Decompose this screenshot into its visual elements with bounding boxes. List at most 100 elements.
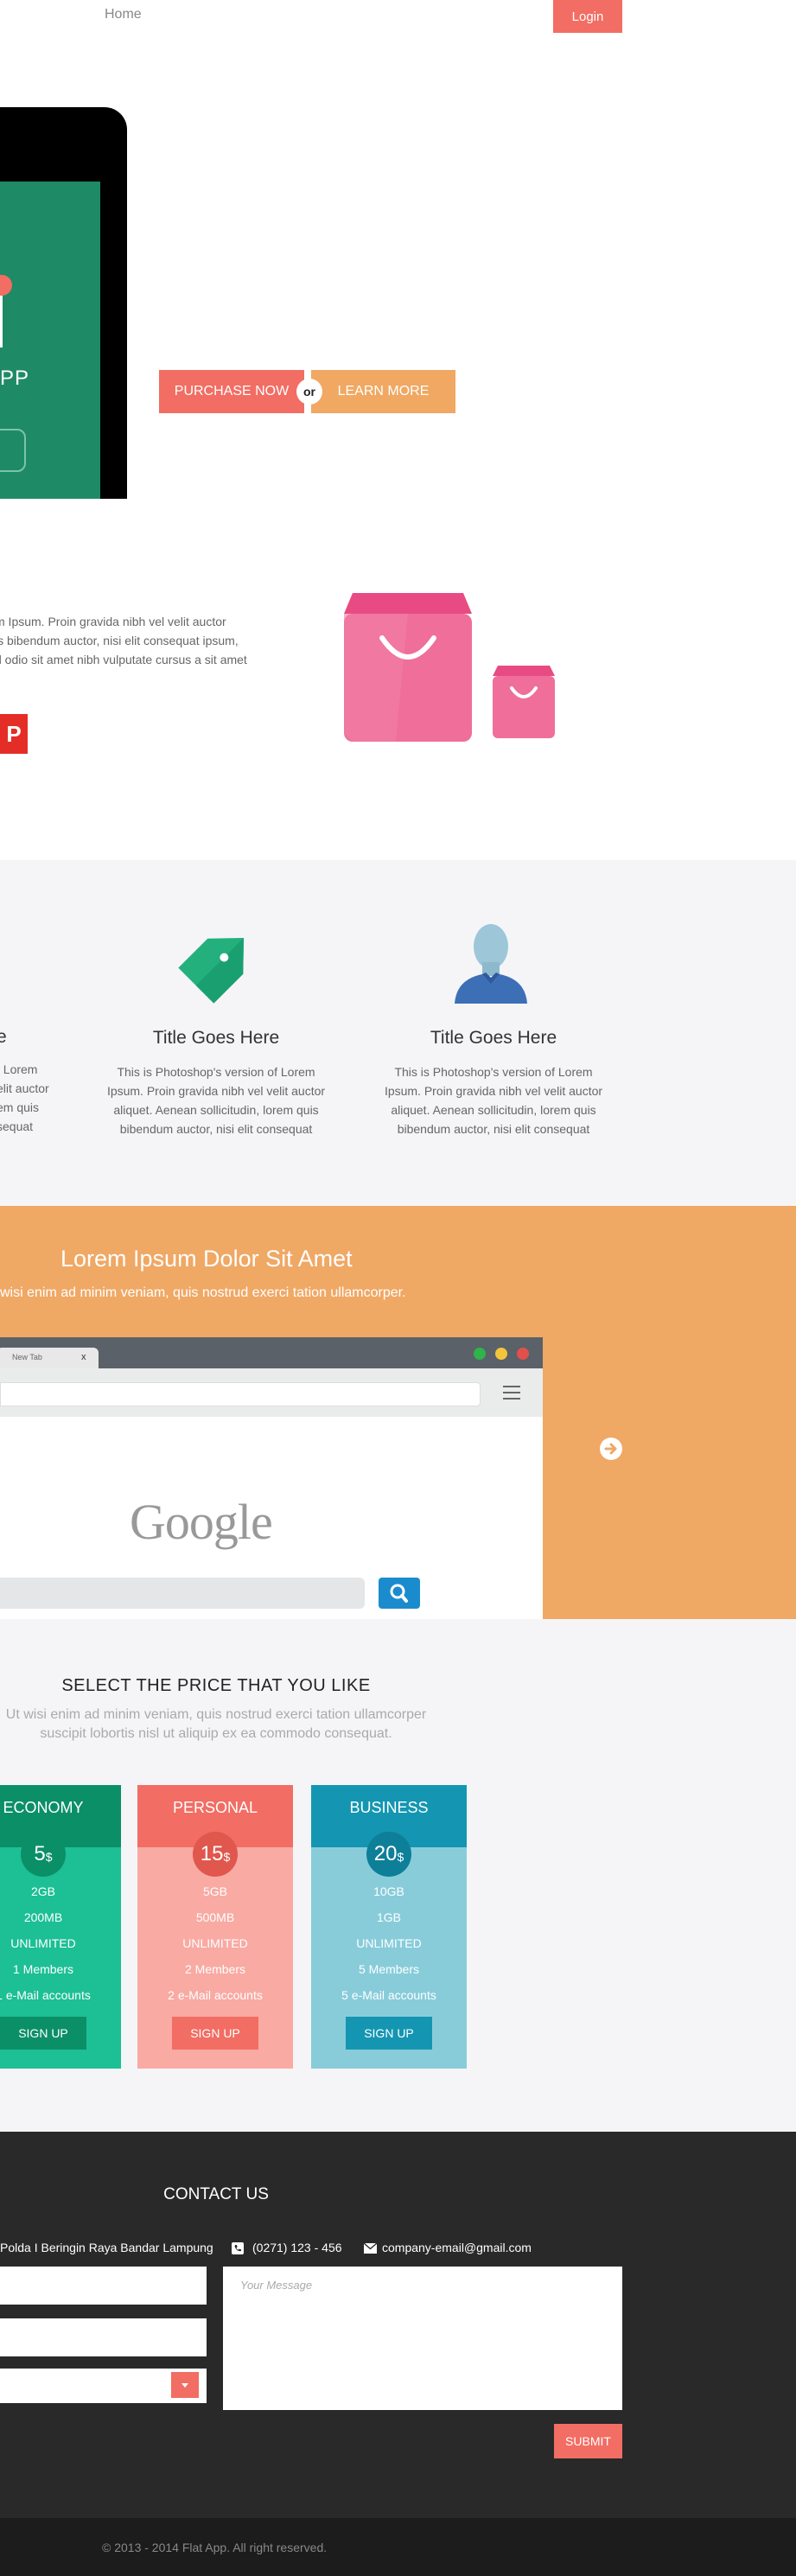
- feature-line: Ipsum. Proin gravida nibh vel velit auct…: [106, 1084, 326, 1098]
- login-button[interactable]: Login: [553, 0, 622, 33]
- about-line: is bibendum auctor, nisi elit consequat …: [0, 634, 239, 647]
- nav-home-link[interactable]: Home: [105, 7, 142, 22]
- signup-button-business[interactable]: SIGN UP: [346, 2017, 432, 2050]
- plan-feature: 10GB: [373, 1884, 404, 1898]
- feature-card: Title Goes Here This is Photoshop's vers…: [104, 1028, 328, 1138]
- plan-feature: 2 e-Mail accounts: [168, 1988, 263, 2002]
- plan-name: ECONOMY: [0, 1785, 121, 1847]
- feature-title: Title Goes Here: [152, 1028, 280, 1048]
- next-arrow-icon[interactable]: [600, 1438, 622, 1460]
- signup-button-personal[interactable]: SIGN UP: [172, 2017, 258, 2050]
- feature-line: This is Photoshop's version of Lorem: [394, 1065, 593, 1079]
- pricing-subtitle-line: Ut wisi enim ad minim veniam, quis nostr…: [5, 1707, 427, 1722]
- feature-line: f Lorem: [0, 1062, 38, 1076]
- contact-phone: (0271) 123 - 456: [252, 2241, 342, 2254]
- showcase-subtitle: wisi enim ad minim veniam, quis nostrud …: [0, 1285, 406, 1300]
- contact-address: Polda I Beringin Raya Bandar Lampung: [0, 2241, 213, 2254]
- about-line: .: [0, 669, 254, 688]
- plan-feature: UNLIMITED: [356, 1936, 422, 1950]
- plan-feature: 1GB: [376, 1910, 401, 1924]
- phone-icon: [232, 2242, 244, 2254]
- hamburger-menu-icon: [503, 1386, 520, 1400]
- plan-currency: $: [397, 1850, 404, 1864]
- learn-more-button[interactable]: LEARN MORE: [311, 370, 455, 413]
- feature-line: bibendum auctor, nisi elit consequat: [397, 1122, 590, 1136]
- pricing-section: SELECT THE PRICE THAT YOU LIKE Ut wisi e…: [0, 1619, 796, 2132]
- features-section: e f Lorem elit auctor em quis sequat Tit…: [0, 860, 796, 1206]
- select-dropdown-button[interactable]: [171, 2372, 199, 2398]
- plan-feature: 200MB: [23, 1910, 63, 1924]
- user-avatar-icon: [455, 924, 527, 1004]
- feature-description: This is Photoshop's version of Lorem Ips…: [381, 1062, 606, 1138]
- feature-title: Title Goes Here: [430, 1028, 557, 1048]
- signup-button-economy[interactable]: SIGN UP: [0, 2017, 86, 2050]
- pricing-title: SELECT THE PRICE THAT YOU LIKE: [61, 1676, 371, 1695]
- google-logo: Google: [130, 1494, 273, 1550]
- contact-section: CONTACT US Polda I Beringin Raya Bandar …: [0, 2132, 796, 2518]
- plan-feature: 2 Members: [184, 1962, 246, 1976]
- showcase-section: Lorem Ipsum Dolor Sit Amet wisi enim ad …: [0, 1206, 796, 1619]
- about-line: m Ipsum. Proin gravida nibh vel velit au…: [0, 615, 226, 628]
- name-field[interactable]: [0, 2267, 207, 2305]
- feature-line: elit auctor: [0, 1081, 49, 1095]
- message-textarea[interactable]: Your Message: [223, 2267, 622, 2410]
- price-tag-icon: [178, 938, 244, 1004]
- search-box: [0, 1578, 365, 1609]
- feature-line: sequat: [0, 1119, 34, 1133]
- search-button: [379, 1578, 420, 1609]
- submit-button[interactable]: SUBMIT: [554, 2424, 622, 2458]
- browser-mockup: New Tab x Google: [0, 1337, 543, 1619]
- browser-toolbar: [0, 1368, 543, 1417]
- browser-title-bar: New Tab x: [0, 1337, 543, 1368]
- plan-currency: $: [45, 1850, 53, 1864]
- feature-line: em quis: [0, 1100, 40, 1114]
- plan-feature: 5GB: [202, 1884, 227, 1898]
- plan-feature: 5 Members: [358, 1962, 420, 1976]
- contact-email: company-email@gmail.com: [382, 2241, 532, 2254]
- pinterest-icon[interactable]: P: [0, 714, 28, 754]
- footer-copyright: © 2013 - 2014 Flat App. All right reserv…: [102, 2541, 328, 2554]
- pricing-subtitle-line: suscipit lobortis nisl ut aliquip ex ea …: [40, 1726, 392, 1741]
- showcase-title: Lorem Ipsum Dolor Sit Amet: [60, 1246, 353, 1272]
- plan-price-value: 20: [373, 1842, 398, 1865]
- purchase-now-button[interactable]: PURCHASE NOW: [159, 370, 304, 413]
- footer: © 2013 - 2014 Flat App. All right reserv…: [0, 2518, 796, 2576]
- about-text: m Ipsum. Proin gravida nibh vel velit au…: [0, 612, 254, 688]
- plan-feature: UNLIMITED: [10, 1936, 76, 1950]
- feature-line: aliquet. Aenean sollicitudin, lorem quis: [391, 1103, 596, 1117]
- plan-feature: UNLIMITED: [182, 1936, 248, 1950]
- phone-app-text: PP: [0, 367, 30, 390]
- plan-price: 20 $: [366, 1832, 411, 1877]
- plan-price-value: 5: [34, 1842, 46, 1865]
- or-divider: or: [296, 379, 322, 405]
- close-icon: x: [81, 1352, 86, 1362]
- browser-tab: New Tab x: [0, 1348, 99, 1368]
- arrow-right-icon: [604, 1443, 617, 1455]
- email-field[interactable]: [0, 2318, 207, 2356]
- feature-line: This is Photoshop's version of Lorem: [117, 1065, 315, 1079]
- browser-tab-label: New Tab: [12, 1353, 42, 1361]
- plan-feature: 2GB: [30, 1884, 55, 1898]
- plan-feature: 5 e-Mail accounts: [341, 1988, 436, 2002]
- plan-feature: 500MB: [195, 1910, 235, 1924]
- window-minimize-dot: [495, 1348, 507, 1360]
- url-bar: [0, 1382, 481, 1406]
- hero-buttons: PURCHASE NOW LEARN MORE or: [159, 370, 455, 413]
- caret-down-icon: [181, 2383, 188, 2388]
- phone-app-icon-edge: [0, 296, 3, 348]
- pricing-subtitle: Ut wisi enim ad minim veniam, quis nostr…: [0, 1706, 432, 1744]
- feature-card: Title Goes Here This is Photoshop's vers…: [381, 1028, 606, 1138]
- envelope-icon: [364, 2243, 377, 2254]
- feature-edge-title: e: [0, 1027, 7, 1047]
- contact-title: CONTACT US: [163, 2185, 269, 2203]
- feature-edge-description: f Lorem elit auctor em quis sequat: [0, 1060, 49, 1136]
- search-icon: [390, 1584, 408, 1603]
- plan-card-economy: 2GB 200MB UNLIMITED 1 Members 1 e-Mail a…: [0, 1785, 121, 2069]
- shopping-bag-small-icon: [493, 666, 555, 738]
- window-maximize-dot: [474, 1348, 486, 1360]
- plan-feature: 1 Members: [12, 1962, 74, 1976]
- shopping-bag-large-icon: [344, 593, 472, 742]
- phone-screen-button: [0, 429, 26, 472]
- plan-price: 15 $: [193, 1832, 238, 1877]
- plan-feature: 1 e-Mail accounts: [0, 1988, 91, 2002]
